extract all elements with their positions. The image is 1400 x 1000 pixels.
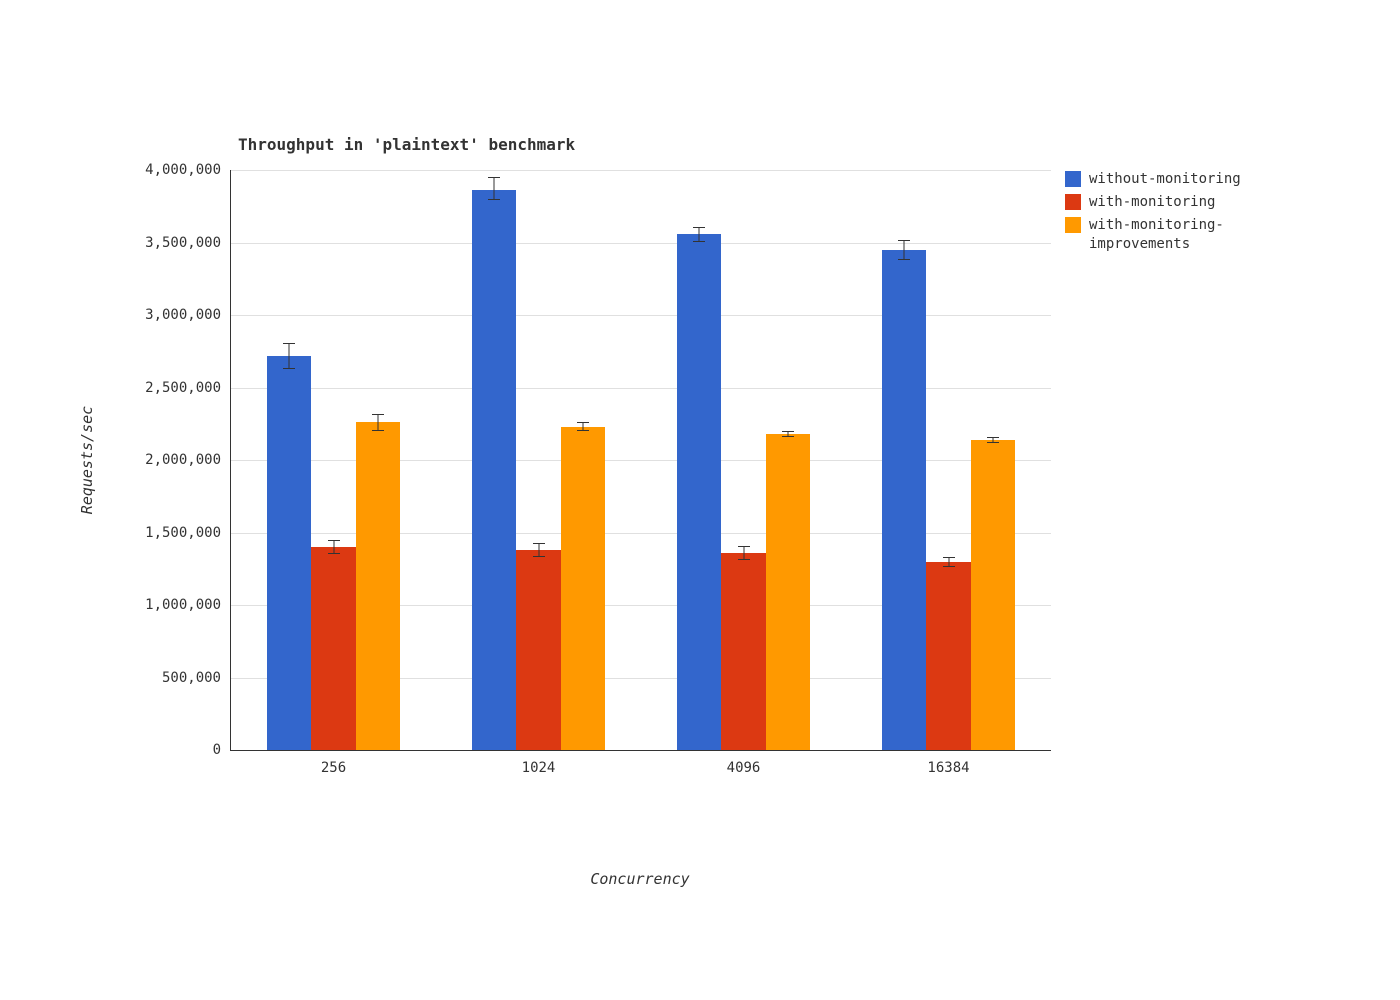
legend-swatch	[1065, 171, 1081, 187]
chart-title: Throughput in 'plaintext' benchmark	[238, 135, 575, 154]
bar-with-monitoring	[721, 553, 765, 750]
y-tick-label: 1,000,000	[145, 597, 231, 613]
legend-label: with-monitoring	[1089, 193, 1215, 212]
y-tick-label: 4,000,000	[145, 162, 231, 178]
x-tick-label: 16384	[927, 750, 969, 776]
bar-with-monitoring	[311, 547, 355, 750]
bar-without-monitoring	[882, 250, 926, 750]
legend-label: without-monitoring	[1089, 170, 1241, 189]
legend-swatch	[1065, 194, 1081, 210]
gridline	[231, 243, 1051, 244]
y-axis-title: Requests/sec	[78, 406, 96, 514]
x-tick-label: 256	[321, 750, 346, 776]
bar-without-monitoring	[267, 356, 311, 750]
bar-with-monitoring-improvements	[971, 440, 1015, 750]
chart-canvas: Throughput in 'plaintext' benchmark Requ…	[0, 0, 1400, 1000]
legend: without-monitoring with-monitoring with-mo…	[1065, 170, 1269, 258]
x-axis-title: Concurrency	[590, 870, 689, 888]
y-tick-label: 3,500,000	[145, 235, 231, 251]
bar-without-monitoring	[677, 234, 721, 750]
x-tick-label: 1024	[522, 750, 556, 776]
bar-with-monitoring-improvements	[766, 434, 810, 750]
plot-area: 0500,0001,000,0001,500,0002,000,0002,500…	[230, 170, 1051, 751]
legend-item: without-monitoring	[1065, 170, 1269, 189]
y-tick-label: 2,000,000	[145, 452, 231, 468]
gridline	[231, 388, 1051, 389]
y-tick-label: 3,000,000	[145, 307, 231, 323]
y-tick-label: 2,500,000	[145, 380, 231, 396]
x-tick-label: 4096	[727, 750, 761, 776]
legend-label: with-monitoring-improvements	[1089, 216, 1269, 254]
bar-without-monitoring	[472, 190, 516, 750]
gridline	[231, 533, 1051, 534]
gridline	[231, 170, 1051, 171]
y-tick-label: 500,000	[162, 670, 231, 686]
bar-with-monitoring-improvements	[356, 422, 400, 750]
bar-with-monitoring-improvements	[561, 427, 605, 750]
bar-with-monitoring	[516, 550, 560, 750]
legend-item: with-monitoring	[1065, 193, 1269, 212]
legend-swatch	[1065, 217, 1081, 233]
legend-item: with-monitoring-improvements	[1065, 216, 1269, 254]
bar-with-monitoring	[926, 562, 970, 751]
gridline	[231, 460, 1051, 461]
gridline	[231, 315, 1051, 316]
y-tick-label: 0	[213, 742, 231, 758]
y-tick-label: 1,500,000	[145, 525, 231, 541]
